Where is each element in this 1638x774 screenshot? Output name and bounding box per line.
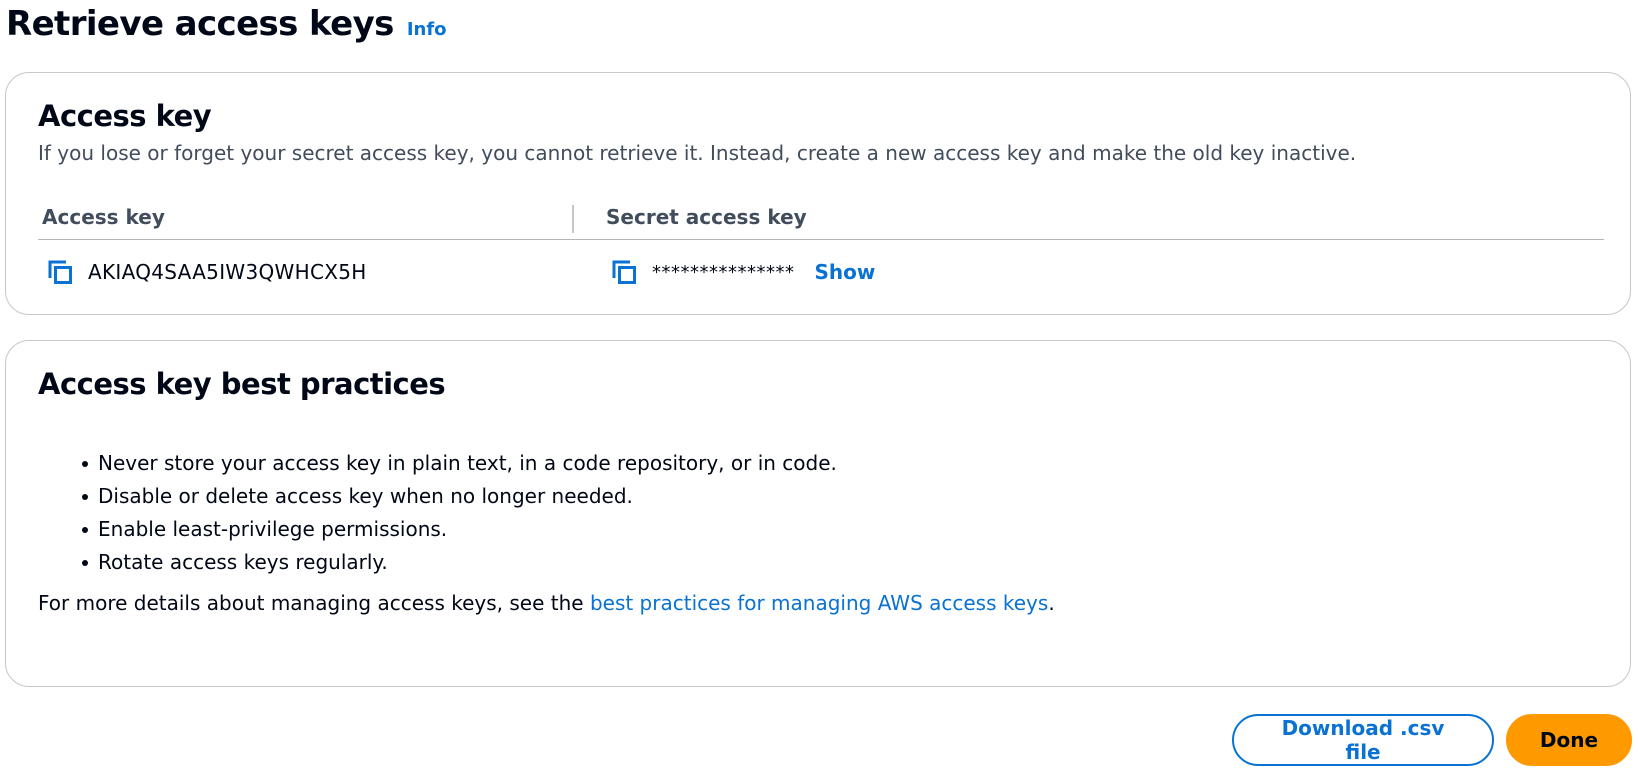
column-divider [572, 205, 574, 233]
footer-prefix-text: For more details about managing access k… [38, 591, 590, 615]
access-key-table: Access key Secret access key AKIAQ4SAA5I… [38, 195, 1604, 304]
action-bar: Download .csv file Done [1232, 714, 1632, 766]
secret-access-key-cell: *************** Show [610, 240, 875, 304]
column-header-access-key: Access key [42, 205, 165, 229]
page-title: Retrieve access keys [6, 4, 394, 44]
access-key-row: AKIAQ4SAA5IW3QWHCX5H *************** Sho… [38, 240, 1604, 304]
access-key-card-title: Access key [38, 99, 212, 133]
list-item: Rotate access keys regularly. [38, 546, 837, 579]
access-key-value: AKIAQ4SAA5IW3QWHCX5H [88, 260, 367, 284]
best-practices-card-title: Access key best practices [38, 367, 446, 401]
list-item: Never store your access key in plain tex… [38, 447, 837, 480]
secret-access-key-masked: *************** [652, 261, 795, 283]
list-item: Disable or delete access key when no lon… [38, 480, 837, 513]
page-header: Retrieve access keys Info [6, 2, 447, 46]
best-practices-list: Never store your access key in plain tex… [38, 447, 837, 579]
best-practices-link[interactable]: best practices for managing AWS access k… [590, 591, 1048, 615]
best-practices-card: Access key best practices Never store yo… [5, 340, 1631, 687]
column-header-secret-access-key: Secret access key [606, 205, 807, 229]
access-key-table-header: Access key Secret access key [38, 195, 1604, 240]
access-key-description: If you lose or forget your secret access… [38, 141, 1357, 165]
best-practices-footer: For more details about managing access k… [38, 591, 1055, 615]
copy-icon[interactable] [610, 258, 638, 286]
list-item: Enable least-privilege permissions. [38, 513, 837, 546]
info-link[interactable]: Info [407, 19, 447, 40]
access-key-card: Access key If you lose or forget your se… [5, 72, 1631, 315]
access-key-cell: AKIAQ4SAA5IW3QWHCX5H [46, 240, 367, 304]
footer-suffix-text: . [1048, 591, 1055, 615]
download-csv-button[interactable]: Download .csv file [1232, 714, 1494, 766]
show-secret-link[interactable]: Show [815, 260, 876, 284]
copy-icon[interactable] [46, 258, 74, 286]
done-button[interactable]: Done [1506, 714, 1632, 766]
